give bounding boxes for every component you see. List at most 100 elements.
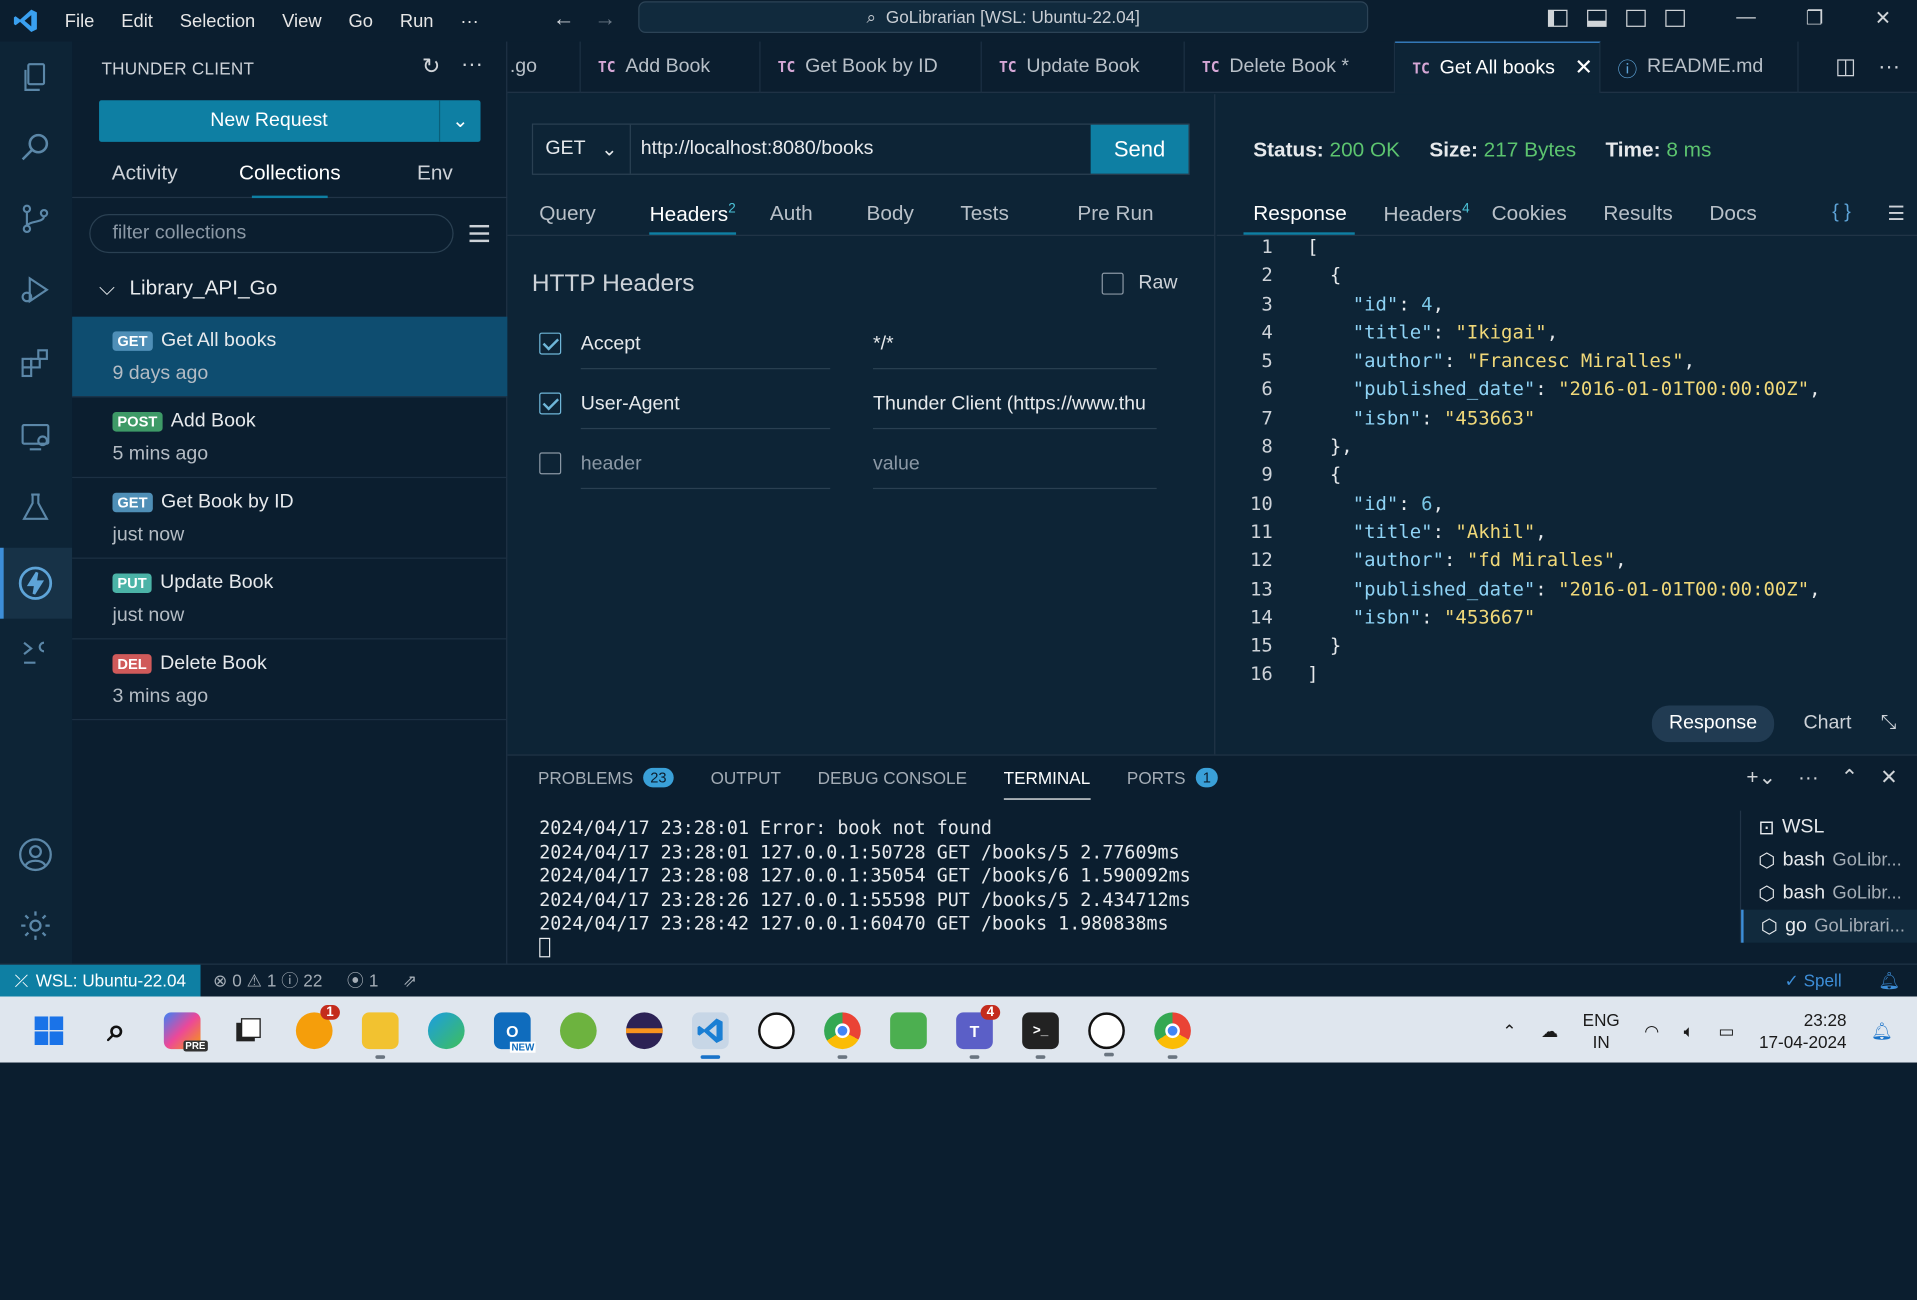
notification-bell-icon[interactable]: 🔔︎ — [1871, 1020, 1893, 1041]
tab-collections[interactable]: Collections — [217, 149, 362, 199]
tab-delete-book[interactable]: TC Delete Book * — [1185, 41, 1396, 93]
run-debug-icon[interactable] — [17, 271, 54, 308]
problems-status[interactable]: ⊗ 0 ⚠ 1 ⓘ 22 — [201, 968, 335, 992]
tab-pre-run[interactable]: Pre Run — [1031, 194, 1176, 234]
thunder-client-icon[interactable] — [17, 565, 54, 602]
braces-icon[interactable]: { } — [1832, 202, 1851, 226]
chrome-profile-icon[interactable] — [1154, 1012, 1191, 1059]
teams-icon[interactable]: T4 — [956, 1005, 1001, 1059]
tab-terminal[interactable]: TERMINAL — [1003, 768, 1090, 800]
tab-auth[interactable]: Auth — [758, 194, 835, 234]
wifi-icon[interactable]: ◠ — [1644, 1020, 1659, 1041]
volume-icon[interactable]: 🔈︎ — [1684, 1020, 1694, 1041]
expand-icon[interactable]: ⤡ — [1881, 713, 1897, 735]
notifications-icon[interactable]: 🔔︎ — [1878, 970, 1900, 991]
tab-headers[interactable]: Headers2 — [618, 194, 758, 235]
menu-icon[interactable]: ☰ — [1887, 202, 1905, 226]
live-share-icon[interactable]: ⇗ — [391, 970, 430, 991]
tab-docs[interactable]: Docs — [1690, 194, 1774, 234]
extensions-icon[interactable] — [17, 345, 54, 382]
view-chart-button[interactable]: Chart — [1804, 713, 1852, 735]
remote-indicator[interactable]: ⤫ WSL: Ubuntu-22.04 — [0, 964, 201, 997]
toggle-secondary-sidebar-icon[interactable] — [1626, 9, 1646, 27]
more-actions-icon[interactable]: ··· — [1798, 765, 1819, 789]
split-editor-icon[interactable]: ◫ — [1835, 54, 1856, 80]
tab-problems[interactable]: PROBLEMS 23 — [538, 767, 674, 800]
tab-readme[interactable]: ⓘ README.md — [1601, 41, 1799, 93]
forward-arrow-icon[interactable]: → — [594, 6, 616, 32]
view-response-button[interactable]: Response — [1651, 705, 1775, 743]
customize-layout-icon[interactable] — [1665, 9, 1685, 27]
header-key-input[interactable]: header — [580, 443, 831, 490]
windows-start-icon[interactable] — [31, 1012, 68, 1049]
file-explorer-icon[interactable] — [361, 1012, 399, 1059]
request-item-get-all-books[interactable]: GET Get All books 9 days ago — [72, 316, 508, 398]
header-value-input[interactable]: */* — [873, 323, 1157, 370]
more-actions-icon[interactable]: ··· — [1878, 54, 1900, 80]
accounts-icon[interactable] — [17, 836, 54, 873]
ports-status[interactable]: ⦿ 1 — [335, 968, 391, 992]
menu-file[interactable]: File — [51, 10, 107, 31]
tab-results[interactable]: Results — [1584, 194, 1690, 234]
menu-selection[interactable]: Selection — [166, 10, 268, 31]
notepad-icon[interactable] — [890, 1012, 927, 1050]
terminal-app-icon[interactable]: >_ — [1022, 1012, 1059, 1059]
refresh-icon[interactable]: ↻ — [422, 54, 440, 80]
close-window-icon[interactable]: ✕ — [1849, 6, 1917, 30]
close-panel-icon[interactable]: ✕ — [1880, 765, 1897, 789]
tab-query[interactable]: Query — [507, 194, 617, 234]
search-icon[interactable]: ⌕ — [98, 1011, 135, 1049]
toggle-primary-sidebar-icon[interactable] — [1547, 9, 1568, 27]
remote-explorer-icon[interactable] — [17, 418, 54, 455]
tab-update-book[interactable]: TC Update Book — [982, 41, 1185, 93]
clock[interactable]: 23:28 17-04-2024 — [1759, 1009, 1847, 1053]
tab-output[interactable]: OUTPUT — [711, 768, 781, 800]
menu-more[interactable]: ··· — [447, 10, 492, 31]
tab-env[interactable]: Env — [362, 149, 507, 197]
explorer-icon[interactable] — [17, 59, 54, 96]
new-request-button[interactable]: New Request ⌄ — [99, 100, 481, 142]
header-key-input[interactable]: Accept — [580, 323, 831, 370]
task-view-icon[interactable] — [230, 1012, 267, 1049]
send-button[interactable]: Send — [1090, 124, 1189, 174]
terminal-commands-icon[interactable] — [17, 636, 54, 673]
terminal-item-bash[interactable]: ⬡ bash GoLibr... — [1741, 877, 1917, 910]
raw-toggle[interactable]: Raw — [1101, 272, 1177, 295]
request-item-update-book[interactable]: PUT Update Book just now — [72, 559, 508, 640]
onedrive-icon[interactable]: ☁︎ — [1541, 1020, 1558, 1041]
spring-tools-icon[interactable] — [559, 1012, 597, 1050]
tab-cookies[interactable]: Cookies — [1487, 194, 1584, 234]
outlook-icon[interactable]: O NEW — [493, 1012, 536, 1053]
close-tab-icon[interactable]: ✕ — [1575, 55, 1593, 81]
terminal-item-go[interactable]: ⬡ go GoLibrari... — [1741, 909, 1917, 943]
raw-checkbox[interactable] — [1101, 272, 1124, 295]
copilot-icon[interactable]: PRE — [163, 1012, 208, 1052]
collection-header[interactable]: ⌵ Library_API_Go — [99, 276, 277, 300]
tab-debug-console[interactable]: DEBUG CONSOLE — [818, 768, 967, 800]
url-input[interactable]: http://localhost:8080/books — [631, 125, 1091, 174]
restore-icon[interactable]: ❐ — [1780, 6, 1848, 30]
settings-gear-icon[interactable] — [17, 907, 54, 944]
chevron-up-icon[interactable]: ⌃ — [1502, 1020, 1516, 1041]
minimize-icon[interactable]: — — [1712, 7, 1780, 29]
method-select[interactable]: GET ⌄ — [533, 124, 631, 174]
header-enabled-checkbox[interactable] — [539, 332, 562, 355]
tab-go-file[interactable]: .go — [507, 41, 581, 93]
menu-edit[interactable]: Edit — [108, 10, 167, 31]
chrome-icon[interactable] — [824, 1012, 861, 1059]
terminal-output[interactable]: 2024/04/17 23:28:01 Error: book not foun… — [539, 817, 1191, 960]
command-center[interactable]: ⌕ GoLibrarian [WSL: Ubuntu-22.04] — [638, 1, 1369, 34]
header-enabled-checkbox[interactable] — [539, 452, 562, 475]
request-item-get-book-by-id[interactable]: GET Get Book by ID just now — [72, 478, 508, 559]
tab-get-all-books[interactable]: TC Get All books ✕ — [1395, 41, 1601, 93]
vscode-taskbar-icon[interactable] — [692, 1012, 729, 1059]
chevron-down-icon[interactable]: ⌄ — [438, 100, 481, 142]
menu-view[interactable]: View — [269, 10, 335, 31]
tab-response-headers[interactable]: Headers4 — [1364, 194, 1487, 234]
filter-collections-input[interactable]: filter collections — [89, 213, 454, 254]
toggle-panel-icon[interactable] — [1587, 9, 1607, 27]
tab-activity[interactable]: Activity — [72, 149, 217, 197]
tab-get-book-by-id[interactable]: TC Get Book by ID — [761, 41, 982, 93]
search-icon[interactable] — [17, 130, 54, 167]
eclipse-icon[interactable] — [626, 1012, 663, 1050]
